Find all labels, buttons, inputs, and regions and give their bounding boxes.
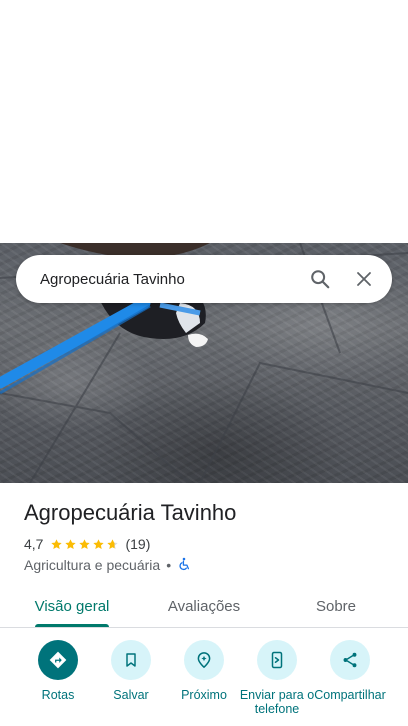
separator-dot: • bbox=[166, 557, 172, 573]
action-buttons: Rotas Salvar Próximo Enviar para o telef… bbox=[0, 640, 408, 726]
tab-about[interactable]: Sobre bbox=[296, 588, 376, 624]
action-label: Próximo bbox=[181, 688, 227, 702]
place-title: Agropecuária Tavinho bbox=[24, 500, 237, 525]
star-icon bbox=[51, 538, 63, 549]
tab-label: Sobre bbox=[315, 597, 357, 615]
review-count: (19) bbox=[125, 536, 151, 552]
star-icon bbox=[93, 538, 105, 549]
share-button[interactable]: Compartilhar bbox=[312, 640, 388, 702]
star-rating bbox=[50, 538, 120, 551]
rating-value: 4,7 bbox=[24, 536, 44, 552]
category-label: Agricultura e pecuária bbox=[24, 557, 161, 573]
wheelchair-icon bbox=[177, 557, 191, 574]
map-blank-area bbox=[0, 0, 408, 243]
nearby-button[interactable]: Próximo bbox=[166, 640, 242, 702]
close-icon[interactable] bbox=[346, 261, 382, 297]
nearby-icon bbox=[184, 640, 224, 680]
save-button[interactable]: Salvar bbox=[93, 640, 169, 702]
share-icon bbox=[330, 640, 370, 680]
star-icon bbox=[79, 538, 91, 549]
directions-button[interactable]: Rotas bbox=[20, 640, 96, 702]
action-label: Compartilhar bbox=[314, 688, 386, 702]
bookmark-icon bbox=[111, 640, 151, 680]
action-label: Enviar para o telefone bbox=[239, 688, 315, 716]
tab-reviews[interactable]: Avaliações bbox=[150, 588, 258, 624]
search-bar[interactable]: Agropecuária Tavinho bbox=[16, 255, 392, 303]
send-to-phone-button[interactable]: Enviar para o telefone bbox=[239, 640, 315, 716]
tab-label: Visão geral bbox=[34, 597, 110, 615]
action-label: Rotas bbox=[41, 688, 75, 702]
action-label: Salvar bbox=[113, 688, 149, 702]
send-to-phone-icon bbox=[257, 640, 297, 680]
star-icon bbox=[107, 538, 119, 549]
directions-icon bbox=[38, 640, 78, 680]
tab-label: Avaliações bbox=[167, 597, 241, 615]
tab-overview[interactable]: Visão geral bbox=[20, 588, 124, 624]
star-icon bbox=[65, 538, 77, 549]
category-row: Agricultura e pecuária • bbox=[24, 556, 191, 574]
tabs-divider bbox=[0, 627, 408, 628]
search-icon[interactable] bbox=[302, 261, 338, 297]
place-tabs: Visão geral Avaliações Sobre bbox=[0, 588, 408, 628]
rating-row[interactable]: 4,7 (19) bbox=[24, 535, 150, 553]
search-input[interactable]: Agropecuária Tavinho bbox=[40, 271, 302, 288]
